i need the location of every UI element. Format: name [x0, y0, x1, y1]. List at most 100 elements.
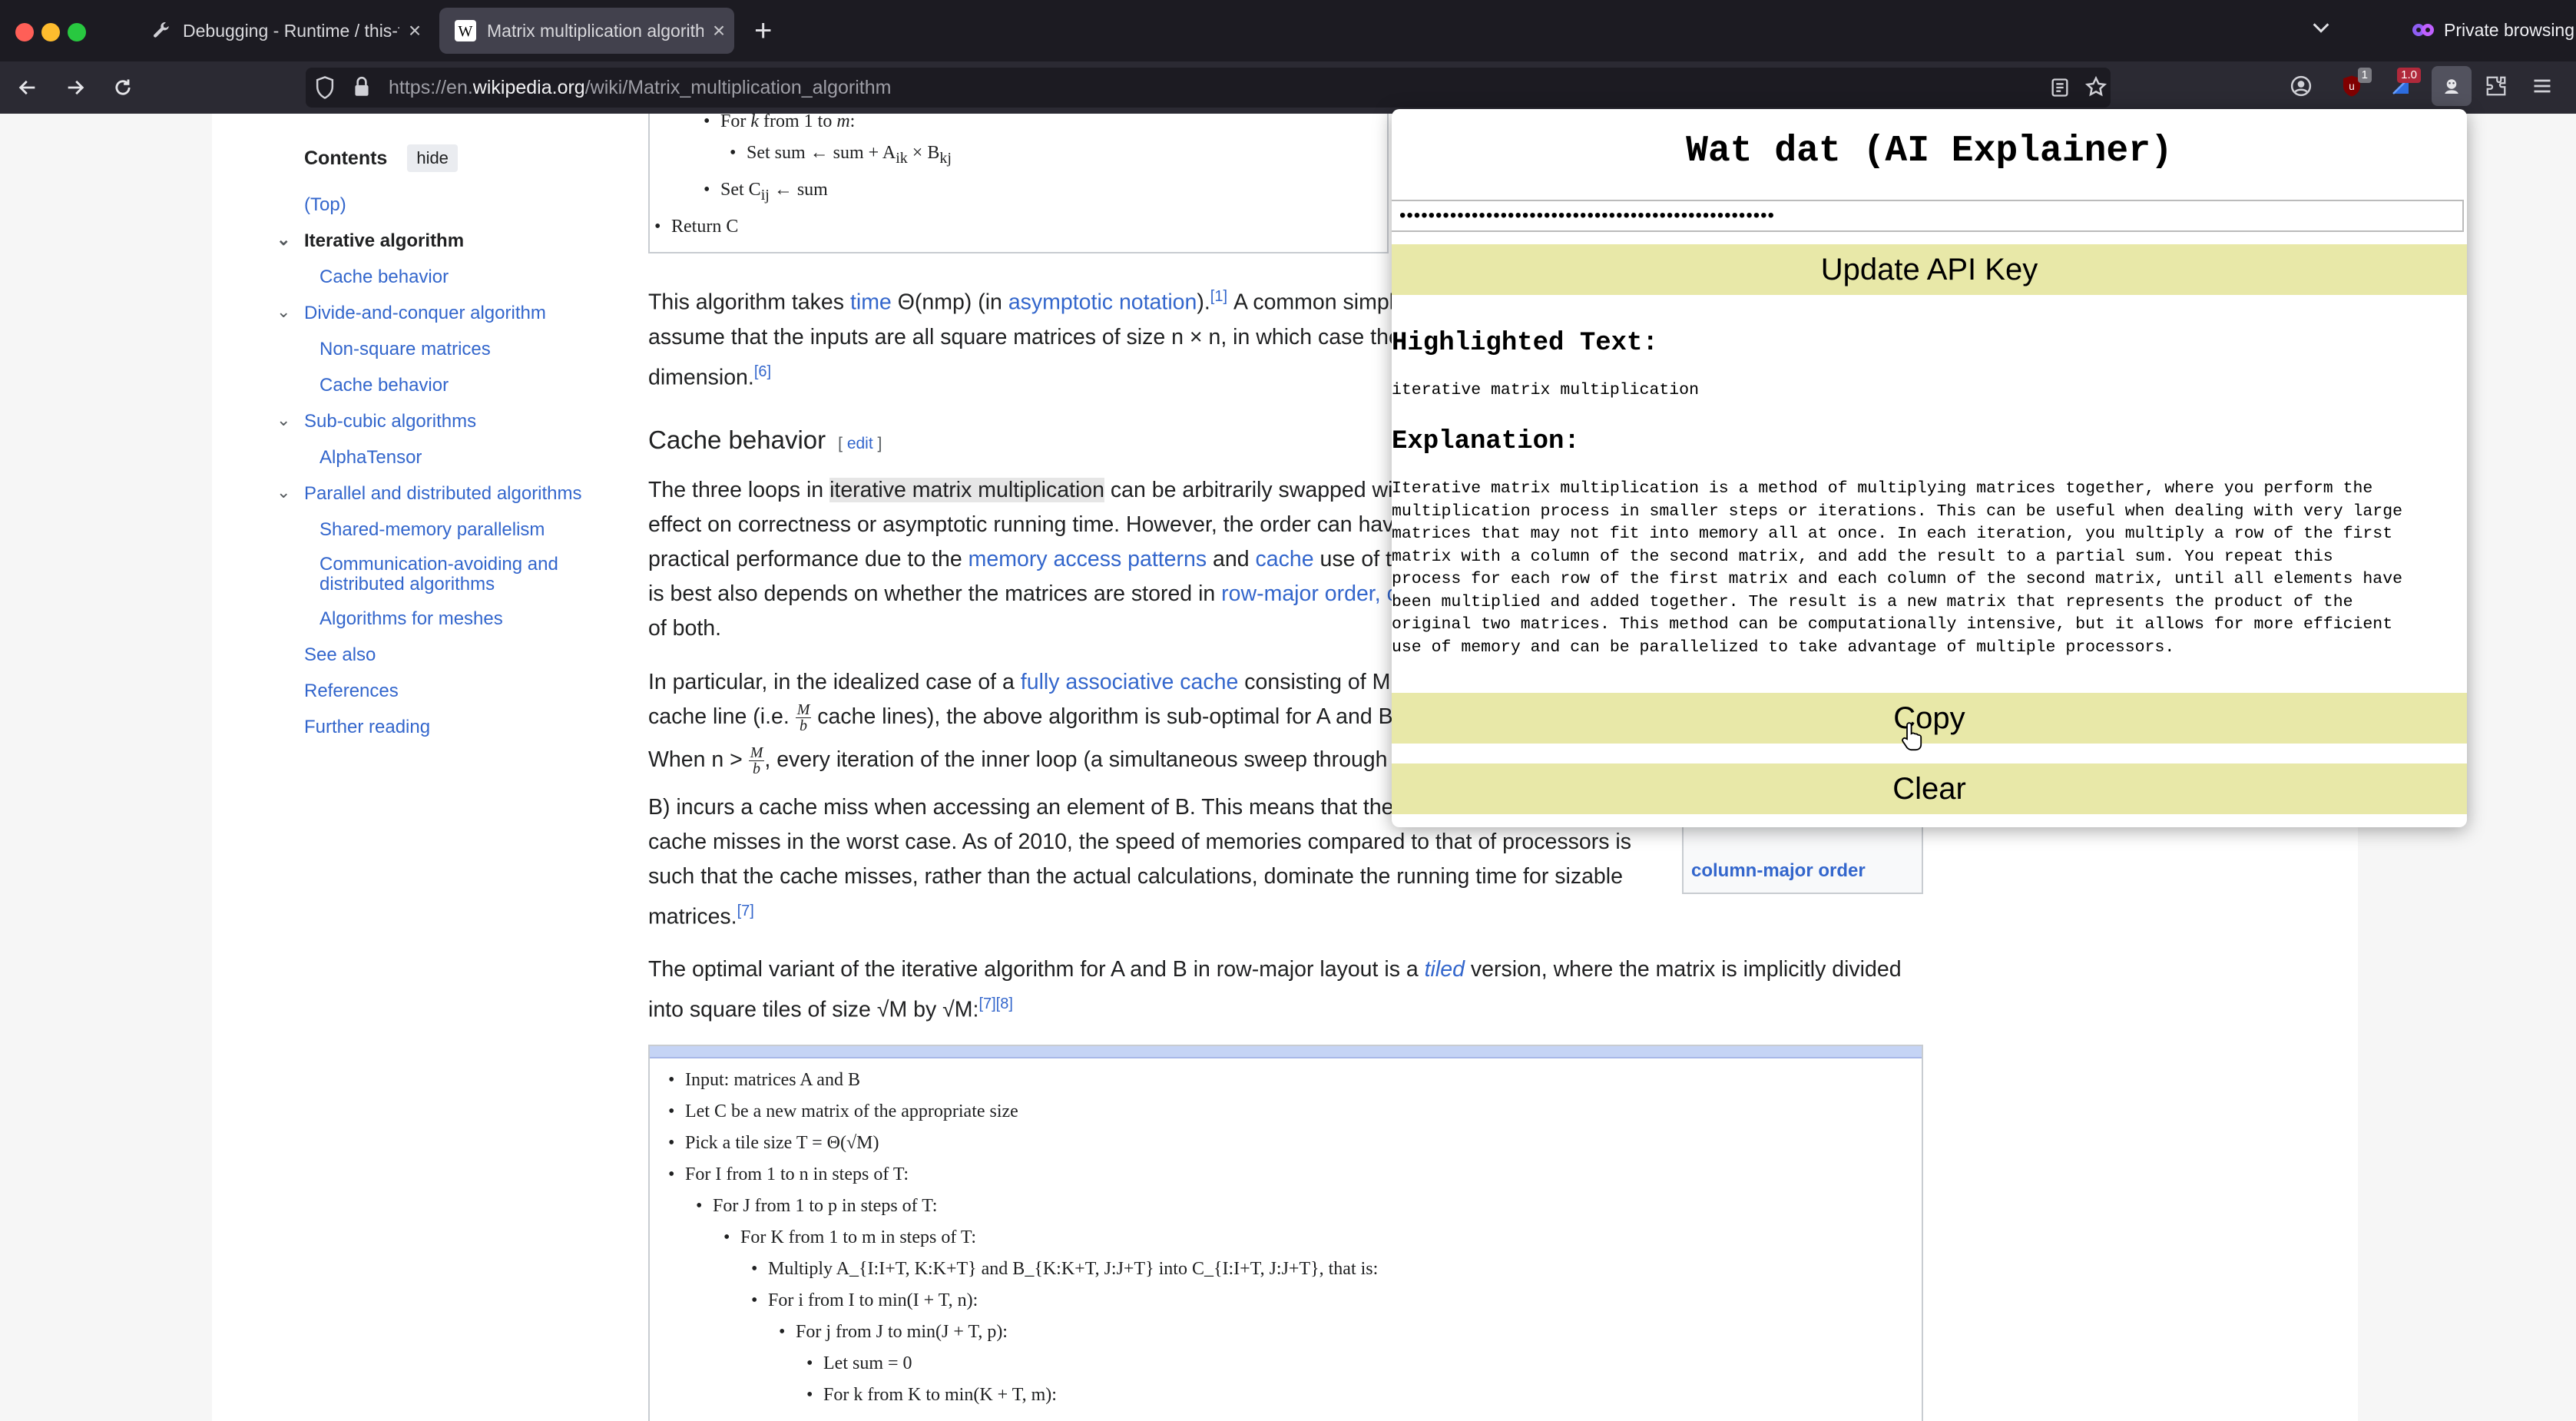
toc-item-algorithms-for-meshes[interactable]: Algorithms for meshes [276, 608, 599, 631]
api-key-input[interactable] [1392, 200, 2464, 232]
lock-icon[interactable] [352, 75, 372, 102]
toc-item-label: Iterative algorithm [304, 230, 465, 251]
link-column-major-order[interactable]: column-major order [1691, 860, 1866, 882]
toc-item-further-reading[interactable]: Further reading [276, 716, 599, 739]
toc-item-alphatensor[interactable]: AlphaTensor [276, 446, 599, 469]
tab-debugging[interactable]: Debugging - Runtime / this-firef × [135, 8, 430, 54]
close-window-button[interactable] [15, 23, 34, 41]
list-all-tabs-icon[interactable] [2310, 17, 2332, 44]
reader-view-icon[interactable] [2049, 77, 2071, 102]
algo-line: For J from 1 to p in steps of T: [696, 1191, 1378, 1222]
toc-item-label: Sub-cubic algorithms [304, 411, 477, 432]
fraction-m-over-b: Mb [795, 701, 812, 734]
toc-item-label: Parallel and distributed algorithms [304, 483, 582, 504]
ai-explainer-popup: Wat dat (AI Explainer) Update API Key Hi… [1392, 109, 2467, 827]
explanation-line: multiplication process in smaller steps … [1392, 502, 2403, 521]
toc-item-iterative-algorithm[interactable]: ⌄ Iterative algorithm [276, 230, 599, 253]
update-api-key-button[interactable]: Update API Key [1392, 244, 2467, 295]
explanation-text: Iterative matrix multiplication is a met… [1392, 478, 2464, 659]
explanation-line: been multiplied and added together. The … [1392, 592, 2353, 611]
wrench-icon [151, 20, 172, 41]
ref-1[interactable]: [1] [1210, 288, 1227, 305]
link-tiled[interactable]: tiled [1425, 957, 1465, 982]
toc-item-non-square-matrices[interactable]: Non-square matrices [276, 338, 599, 361]
link-fully-associative-cache[interactable]: fully associative cache [1021, 670, 1239, 694]
ublock-origin-icon[interactable]: u 1 [2338, 68, 2372, 101]
forward-icon[interactable] [60, 72, 91, 103]
highlighted-text-value: iterative matrix multiplication [1392, 381, 1699, 399]
toc-item-sub-cubic[interactable]: ⌄ Sub-cubic algorithms [276, 410, 599, 433]
box-header-bar [650, 1046, 1922, 1058]
minimize-window-button[interactable] [41, 23, 60, 41]
toc-item-communication-avoiding[interactable]: Communication-avoiding and distributed a… [276, 555, 581, 595]
algo-line: Multiply A_{I:I+T, K:K+T} and B_{K:K+T, … [751, 1254, 1378, 1285]
address-bar[interactable]: https://en.wikipedia.org/wiki/Matrix_mul… [306, 68, 2111, 108]
algo-line: For K from 1 to m in steps of T: [723, 1222, 1378, 1254]
account-icon[interactable] [2287, 71, 2315, 101]
close-tab-icon[interactable]: × [704, 18, 734, 43]
toc-item-top[interactable]: (Top) [276, 194, 599, 217]
maximize-window-button[interactable] [68, 23, 86, 41]
wikipedia-icon: W [455, 20, 476, 41]
algo-line: For I from 1 to n in steps of T: [668, 1159, 1378, 1191]
back-icon[interactable] [12, 72, 43, 103]
toc-item-cache-behavior[interactable]: Cache behavior [276, 266, 599, 289]
chevron-down-icon[interactable]: ⌄ [276, 300, 290, 323]
chevron-down-icon[interactable]: ⌄ [276, 228, 290, 251]
link-memory-access-patterns[interactable]: memory access patterns [968, 547, 1207, 571]
reload-icon[interactable] [108, 72, 138, 103]
url-path: /wiki/Matrix_multiplication_algorithm [584, 77, 892, 98]
extension-badge-icon[interactable]: 1.0 [2387, 68, 2421, 101]
toc-item-parallel-distributed[interactable]: ⌄ Parallel and distributed algorithms [276, 482, 599, 505]
ref-7[interactable]: [7] [737, 903, 754, 919]
fraction-m-over-b: Mb [748, 744, 765, 777]
url-text[interactable]: https://en.wikipedia.org/wiki/Matrix_mul… [389, 77, 891, 99]
link-time[interactable]: time [850, 290, 892, 315]
toc-title: Contents [304, 147, 388, 169]
menu-hamburger-icon[interactable] [2528, 71, 2556, 101]
algo-line: Let C be a new matrix of the appropriate… [668, 1096, 1378, 1128]
url-domain: wikipedia.org [472, 77, 585, 98]
toc-item-see-also[interactable]: See also [276, 644, 599, 667]
refs-7-8[interactable]: [7][8] [978, 995, 1012, 1012]
algo-line: Set sum ← sum + Aik × Bkj [730, 137, 952, 174]
explanation-line: process for each row of the first matrix… [1392, 570, 2403, 588]
algo-line: Input: matrices A and B [668, 1065, 1378, 1096]
toc-hide-button[interactable]: hide [407, 144, 458, 172]
svg-text:W: W [459, 23, 473, 40]
edit-link[interactable]: [ edit ] [838, 435, 882, 452]
algo-line: Let sum = 0 [806, 1348, 1378, 1380]
extensions-puzzle-icon[interactable] [2482, 71, 2510, 101]
chevron-down-icon[interactable]: ⌄ [276, 409, 290, 432]
link-row-major-order[interactable]: row-major order, co [1221, 581, 1410, 606]
highlighted-selection[interactable]: iterative matrix multiplication [829, 478, 1105, 502]
bookmark-star-icon[interactable] [2084, 75, 2107, 102]
tracking-protection-icon[interactable] [313, 75, 336, 104]
toc-item-references[interactable]: References [276, 680, 599, 703]
tab-matrix-multiplication[interactable]: W Matrix multiplication algorithm - × [439, 8, 734, 54]
explanation-line: original two matrices. This method can b… [1392, 615, 2393, 634]
link-asymptotic-notation[interactable]: asymptotic notation [1008, 290, 1197, 315]
private-browsing-icon [2412, 20, 2435, 44]
svg-text:u: u [2349, 81, 2355, 92]
copy-button[interactable]: Copy [1392, 693, 2467, 744]
toc-item-cache-behavior-2[interactable]: Cache behavior [276, 374, 599, 397]
chevron-down-icon[interactable]: ⌄ [276, 481, 290, 504]
paragraph-tiled-variant: The optimal variant of the iterative alg… [648, 957, 1902, 1022]
wat-dat-extension-icon[interactable] [2432, 66, 2472, 106]
toc-item-shared-memory[interactable]: Shared-memory parallelism [276, 518, 599, 542]
explanation-line: matrix with a column of the second matri… [1392, 547, 2333, 566]
explanation-heading: Explanation: [1392, 427, 1580, 456]
algo-line: Return C [654, 211, 952, 243]
tab-bar: Debugging - Runtime / this-firef × W Mat… [0, 0, 2576, 61]
link-cache[interactable]: cache [1256, 547, 1314, 571]
clear-button[interactable]: Clear [1392, 763, 2467, 814]
explanation-line: use of memory and can be parallelized to… [1392, 638, 2175, 657]
toc-item-divide-and-conquer[interactable]: ⌄ Divide-and-conquer algorithm [276, 302, 599, 325]
ref-6[interactable]: [6] [754, 363, 771, 380]
mouse-pointer-icon [1902, 722, 1922, 751]
explanation-line: Iterative matrix multiplication is a met… [1392, 479, 2373, 498]
close-tab-icon[interactable]: × [399, 18, 430, 43]
tab-label: Matrix multiplication algorithm - [487, 20, 704, 41]
new-tab-button[interactable]: + [754, 15, 772, 46]
